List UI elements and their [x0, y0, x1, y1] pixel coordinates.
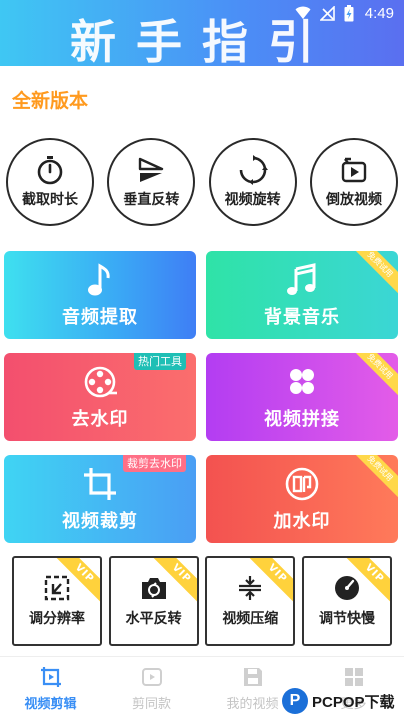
status-bar: 4:49 — [295, 3, 394, 23]
no-signal-icon — [319, 5, 335, 21]
card-label: 去水印 — [71, 409, 129, 430]
tool-reverse-video[interactable]: 倒放视频 — [309, 138, 398, 226]
card-label: 视频裁剪 — [62, 511, 138, 532]
nav-tab-same-style[interactable]: 剪同款 — [101, 665, 202, 712]
tool-trim-duration[interactable]: 截取时长 — [6, 138, 94, 226]
tool-label: 倒放视频 — [325, 192, 382, 208]
nav-tab-video-edit[interactable]: 视频剪辑 — [0, 665, 101, 712]
nav-label: 我的视频 — [226, 697, 279, 712]
tool-label: 视频旋转 — [224, 192, 281, 208]
tool-horizontal-flip[interactable]: VIP 水平反转 — [108, 556, 199, 646]
vip-tools-row: VIP 调分辨率 VIP 水平反转 VIP 视频压缩 VIP 调节快慢 — [12, 556, 392, 646]
watermark-text: PCPOP下载 — [312, 693, 395, 711]
tool-label: 水平反转 — [125, 611, 182, 627]
free-trial-ribbon: 免费试用 — [346, 353, 398, 401]
save-disk-icon — [243, 668, 262, 686]
card-remove-watermark[interactable]: 热门工具 去水印 — [4, 353, 196, 441]
wifi-icon — [295, 6, 311, 19]
nav-label: 剪同款 — [131, 697, 171, 712]
nav-label: 视频剪辑 — [24, 697, 77, 712]
circle-tools-row: 截取时长 垂直反转 视频旋转 倒放视频 — [6, 138, 398, 226]
watermark-logo: P — [282, 688, 308, 714]
camera-flip-icon — [141, 578, 166, 599]
header-banner: 新手指引 4:49 — [0, 0, 404, 66]
crop-icon — [84, 468, 116, 500]
music-notes-icon — [287, 263, 316, 295]
tool-label: 调分辨率 — [29, 611, 85, 627]
card-background-music[interactable]: 免费试用 背景音乐 — [206, 251, 398, 339]
speed-gauge-icon — [334, 576, 359, 600]
card-add-watermark[interactable]: 免费试用 加水印 — [206, 455, 398, 543]
card-video-crop[interactable]: 裁剪去水印 视频裁剪 — [4, 455, 196, 543]
tool-video-compress[interactable]: VIP 视频压缩 — [205, 556, 296, 646]
reverse-play-icon — [341, 157, 367, 183]
site-watermark: P PCPOP下载 — [282, 686, 395, 716]
crop-watermark-tag: 裁剪去水印 — [123, 455, 186, 472]
tool-video-rotate[interactable]: 视频旋转 — [208, 138, 297, 226]
stamp-icon — [285, 467, 319, 501]
hot-tools-tag: 热门工具 — [134, 353, 186, 370]
stopwatch-icon — [37, 156, 63, 185]
puzzle-icon — [290, 369, 314, 394]
video-edit-icon — [40, 667, 61, 687]
status-time: 4:49 — [364, 4, 394, 22]
tool-label: 截取时长 — [22, 192, 78, 208]
template-play-icon — [141, 668, 162, 686]
battery-charging-icon — [344, 4, 354, 21]
compress-icon — [239, 576, 262, 600]
tool-label: 视频压缩 — [222, 611, 279, 627]
flip-vertical-icon — [139, 157, 164, 182]
tool-label: 调节快慢 — [318, 611, 375, 627]
tool-adjust-resolution[interactable]: VIP 调分辨率 — [12, 556, 102, 646]
tool-adjust-speed[interactable]: VIP 调节快慢 — [301, 556, 392, 646]
card-label: 背景音乐 — [264, 307, 340, 328]
card-label: 音频提取 — [62, 307, 138, 328]
resolution-icon — [44, 575, 70, 601]
card-audio-extract[interactable]: 音频提取 — [4, 251, 196, 339]
tool-vertical-flip[interactable]: 垂直反转 — [107, 138, 196, 226]
music-note-icon — [88, 263, 110, 296]
tool-label: 垂直反转 — [123, 192, 180, 208]
card-label: 加水印 — [273, 511, 331, 532]
section-title: 全新版本 — [12, 90, 89, 112]
film-reel-icon — [84, 366, 117, 398]
free-trial-ribbon: 免费试用 — [346, 251, 398, 299]
rotate-icon — [239, 155, 268, 185]
card-label: 视频拼接 — [264, 409, 340, 430]
free-trial-ribbon: 免费试用 — [346, 455, 398, 503]
card-video-merge[interactable]: 免费试用 视频拼接 — [206, 353, 398, 441]
